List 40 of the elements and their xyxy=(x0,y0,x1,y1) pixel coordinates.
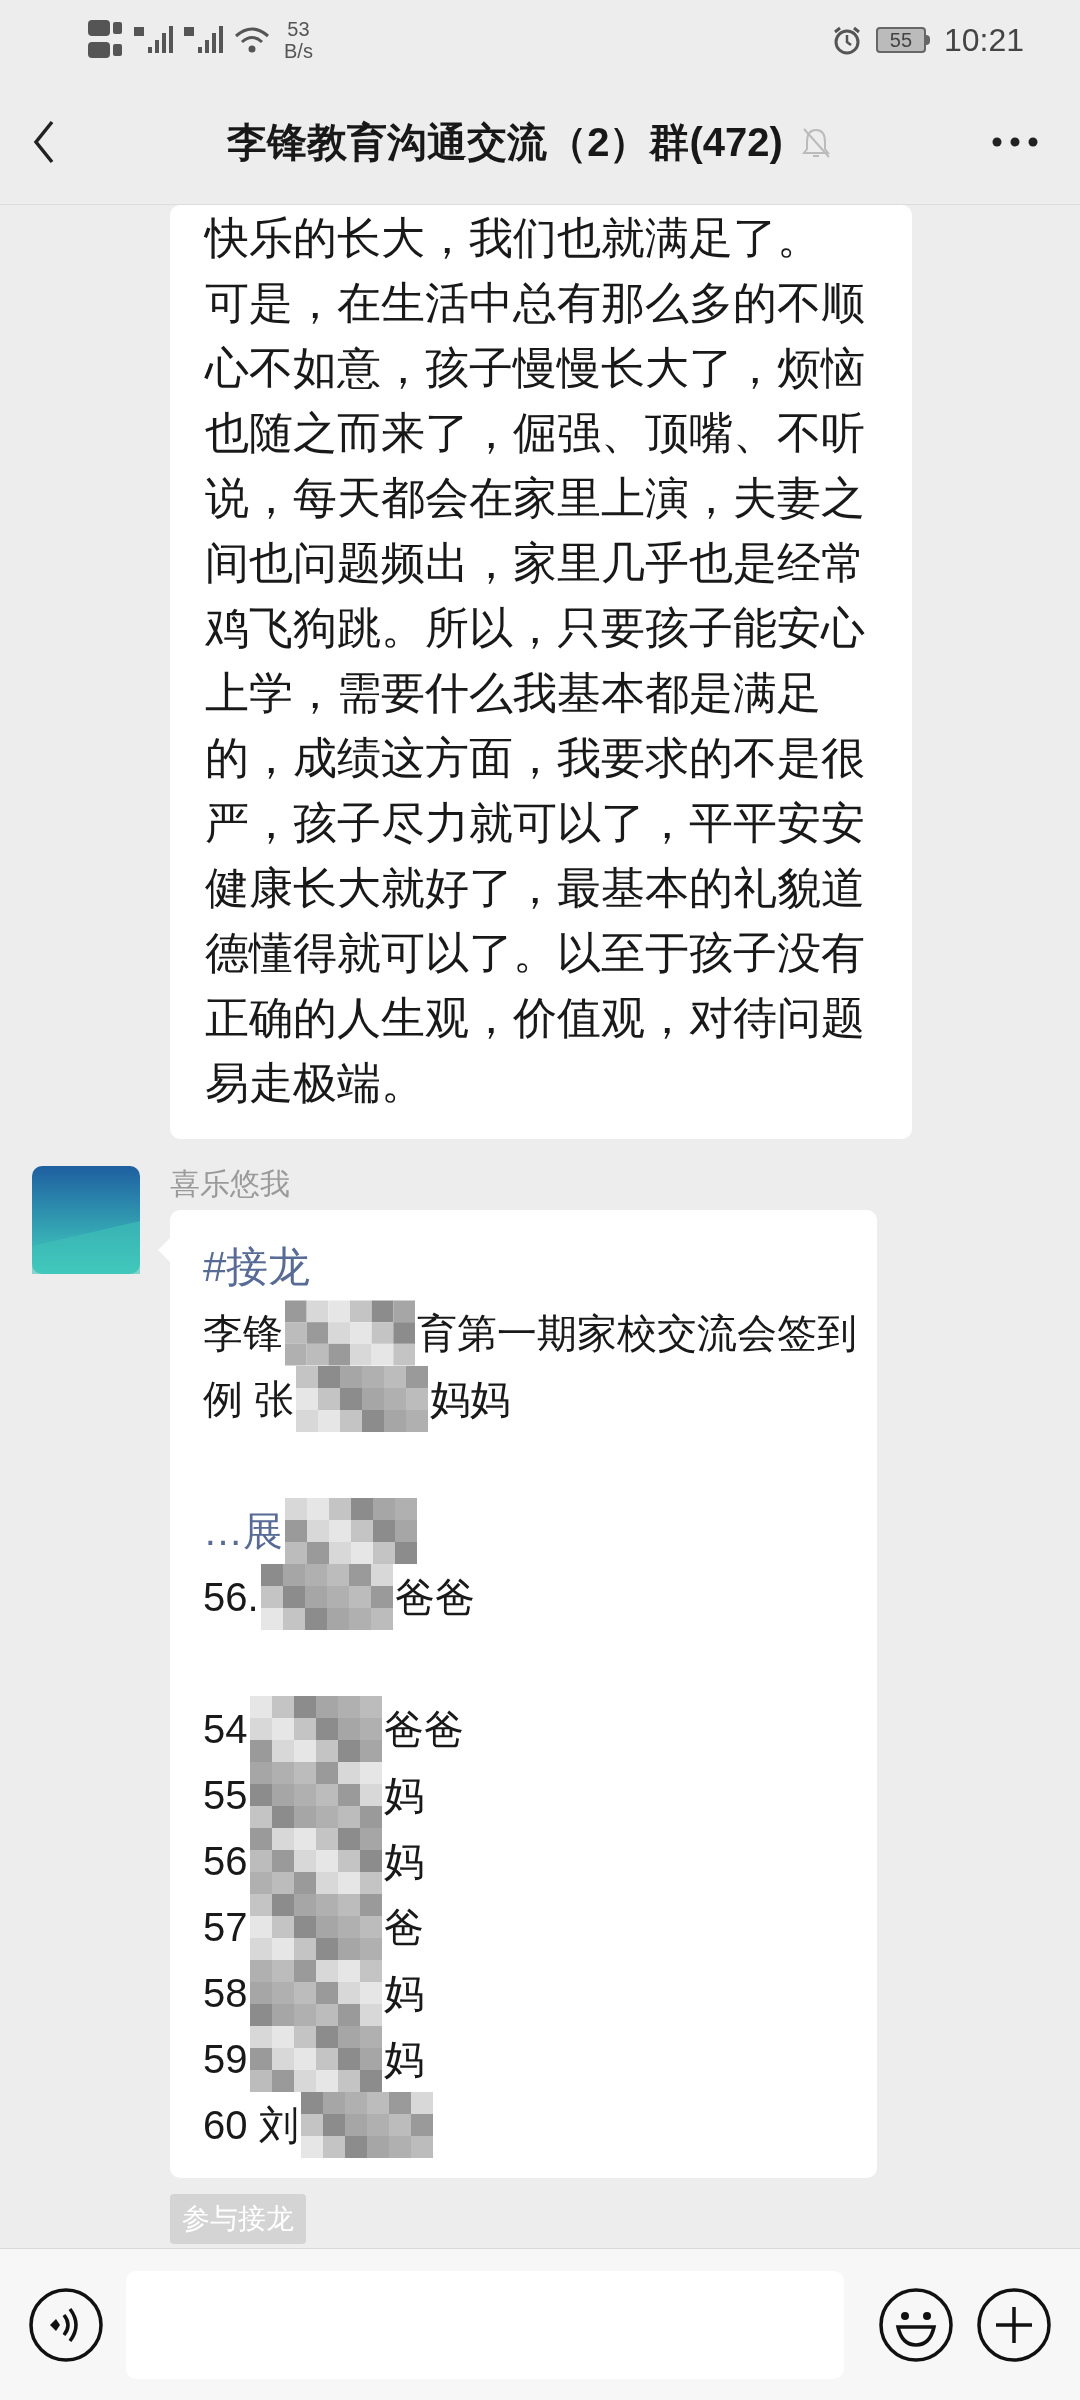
clock-time: 10:21 xyxy=(943,21,1024,60)
list-text: 例 张 xyxy=(203,1376,295,1423)
alarm-icon xyxy=(831,25,862,55)
list-text: 妈 xyxy=(383,1970,424,2017)
list-text: 55 xyxy=(203,1772,248,1819)
network-speed: 53 xyxy=(287,18,310,40)
sender-name: 喜乐悠我 xyxy=(170,1166,291,1202)
sim-card-icon xyxy=(88,20,124,60)
battery-level: 55 xyxy=(875,27,926,53)
list-text: 56. xyxy=(203,1574,259,1621)
list-text: 58 xyxy=(203,1970,248,2017)
message-text: 快乐的长大，我们也就满足了。 可是，在生活中总有那么多的不顺 心不如意，孩子慢慢长大了，烦恼 也随之而来了，倔强、顶嘴、不听 说，每天都会在家里上演，夫妻之 间也问题频出，家里几乎也是经常 鸡飞狗跳。所以，只要孩子能安心 上学，需要什么我基本都是满足 的，成绩这方面，我要求的不是很 严，孩子尽力就可以了，平平安安 健康长大就好了，最基本的礼貌道 德懂得就可以了。以至于孩子没有 正确的人生观，价值观，对待问题 易走极端。 xyxy=(205,212,866,1109)
list-text: 59 xyxy=(203,2036,248,2083)
voice-icon xyxy=(28,2286,104,2363)
voice-button[interactable] xyxy=(28,2286,104,2363)
list-text: 57 xyxy=(203,1904,248,1951)
list-text: 育第一期家校交流会签到 xyxy=(417,1310,857,1357)
signal-icon xyxy=(134,25,174,55)
list-text: 李锋 xyxy=(203,1310,283,1357)
list-text: 妈 xyxy=(383,1838,424,1885)
plus-button[interactable] xyxy=(976,2286,1052,2363)
list-text: 妈 xyxy=(383,2036,424,2083)
list-text: 54 xyxy=(203,1706,248,1753)
wifi-icon xyxy=(234,26,270,54)
plus-icon xyxy=(976,2286,1052,2363)
list-text: 爸 xyxy=(383,1904,424,1951)
list-text: 56 xyxy=(203,1838,248,1885)
signal-icon xyxy=(184,25,224,55)
list-text: 妈妈 xyxy=(430,1376,511,1423)
more-icon xyxy=(992,137,1038,147)
hashtag-link[interactable]: #接龙 xyxy=(203,1234,857,1300)
list-text: 60 刘 xyxy=(203,2102,299,2149)
expand-link[interactable]: …展 xyxy=(203,1498,283,1564)
chat-title: 李锋教育沟通交流（2）群(472) xyxy=(227,119,783,166)
smiley-icon xyxy=(878,2286,954,2363)
network-speed-unit: B/s xyxy=(284,40,313,62)
emoji-button[interactable] xyxy=(878,2286,954,2363)
list-text: 爸爸 xyxy=(394,1574,475,1621)
list-text: 妈 xyxy=(383,1772,424,1819)
list-text: 爸爸 xyxy=(383,1706,464,1753)
